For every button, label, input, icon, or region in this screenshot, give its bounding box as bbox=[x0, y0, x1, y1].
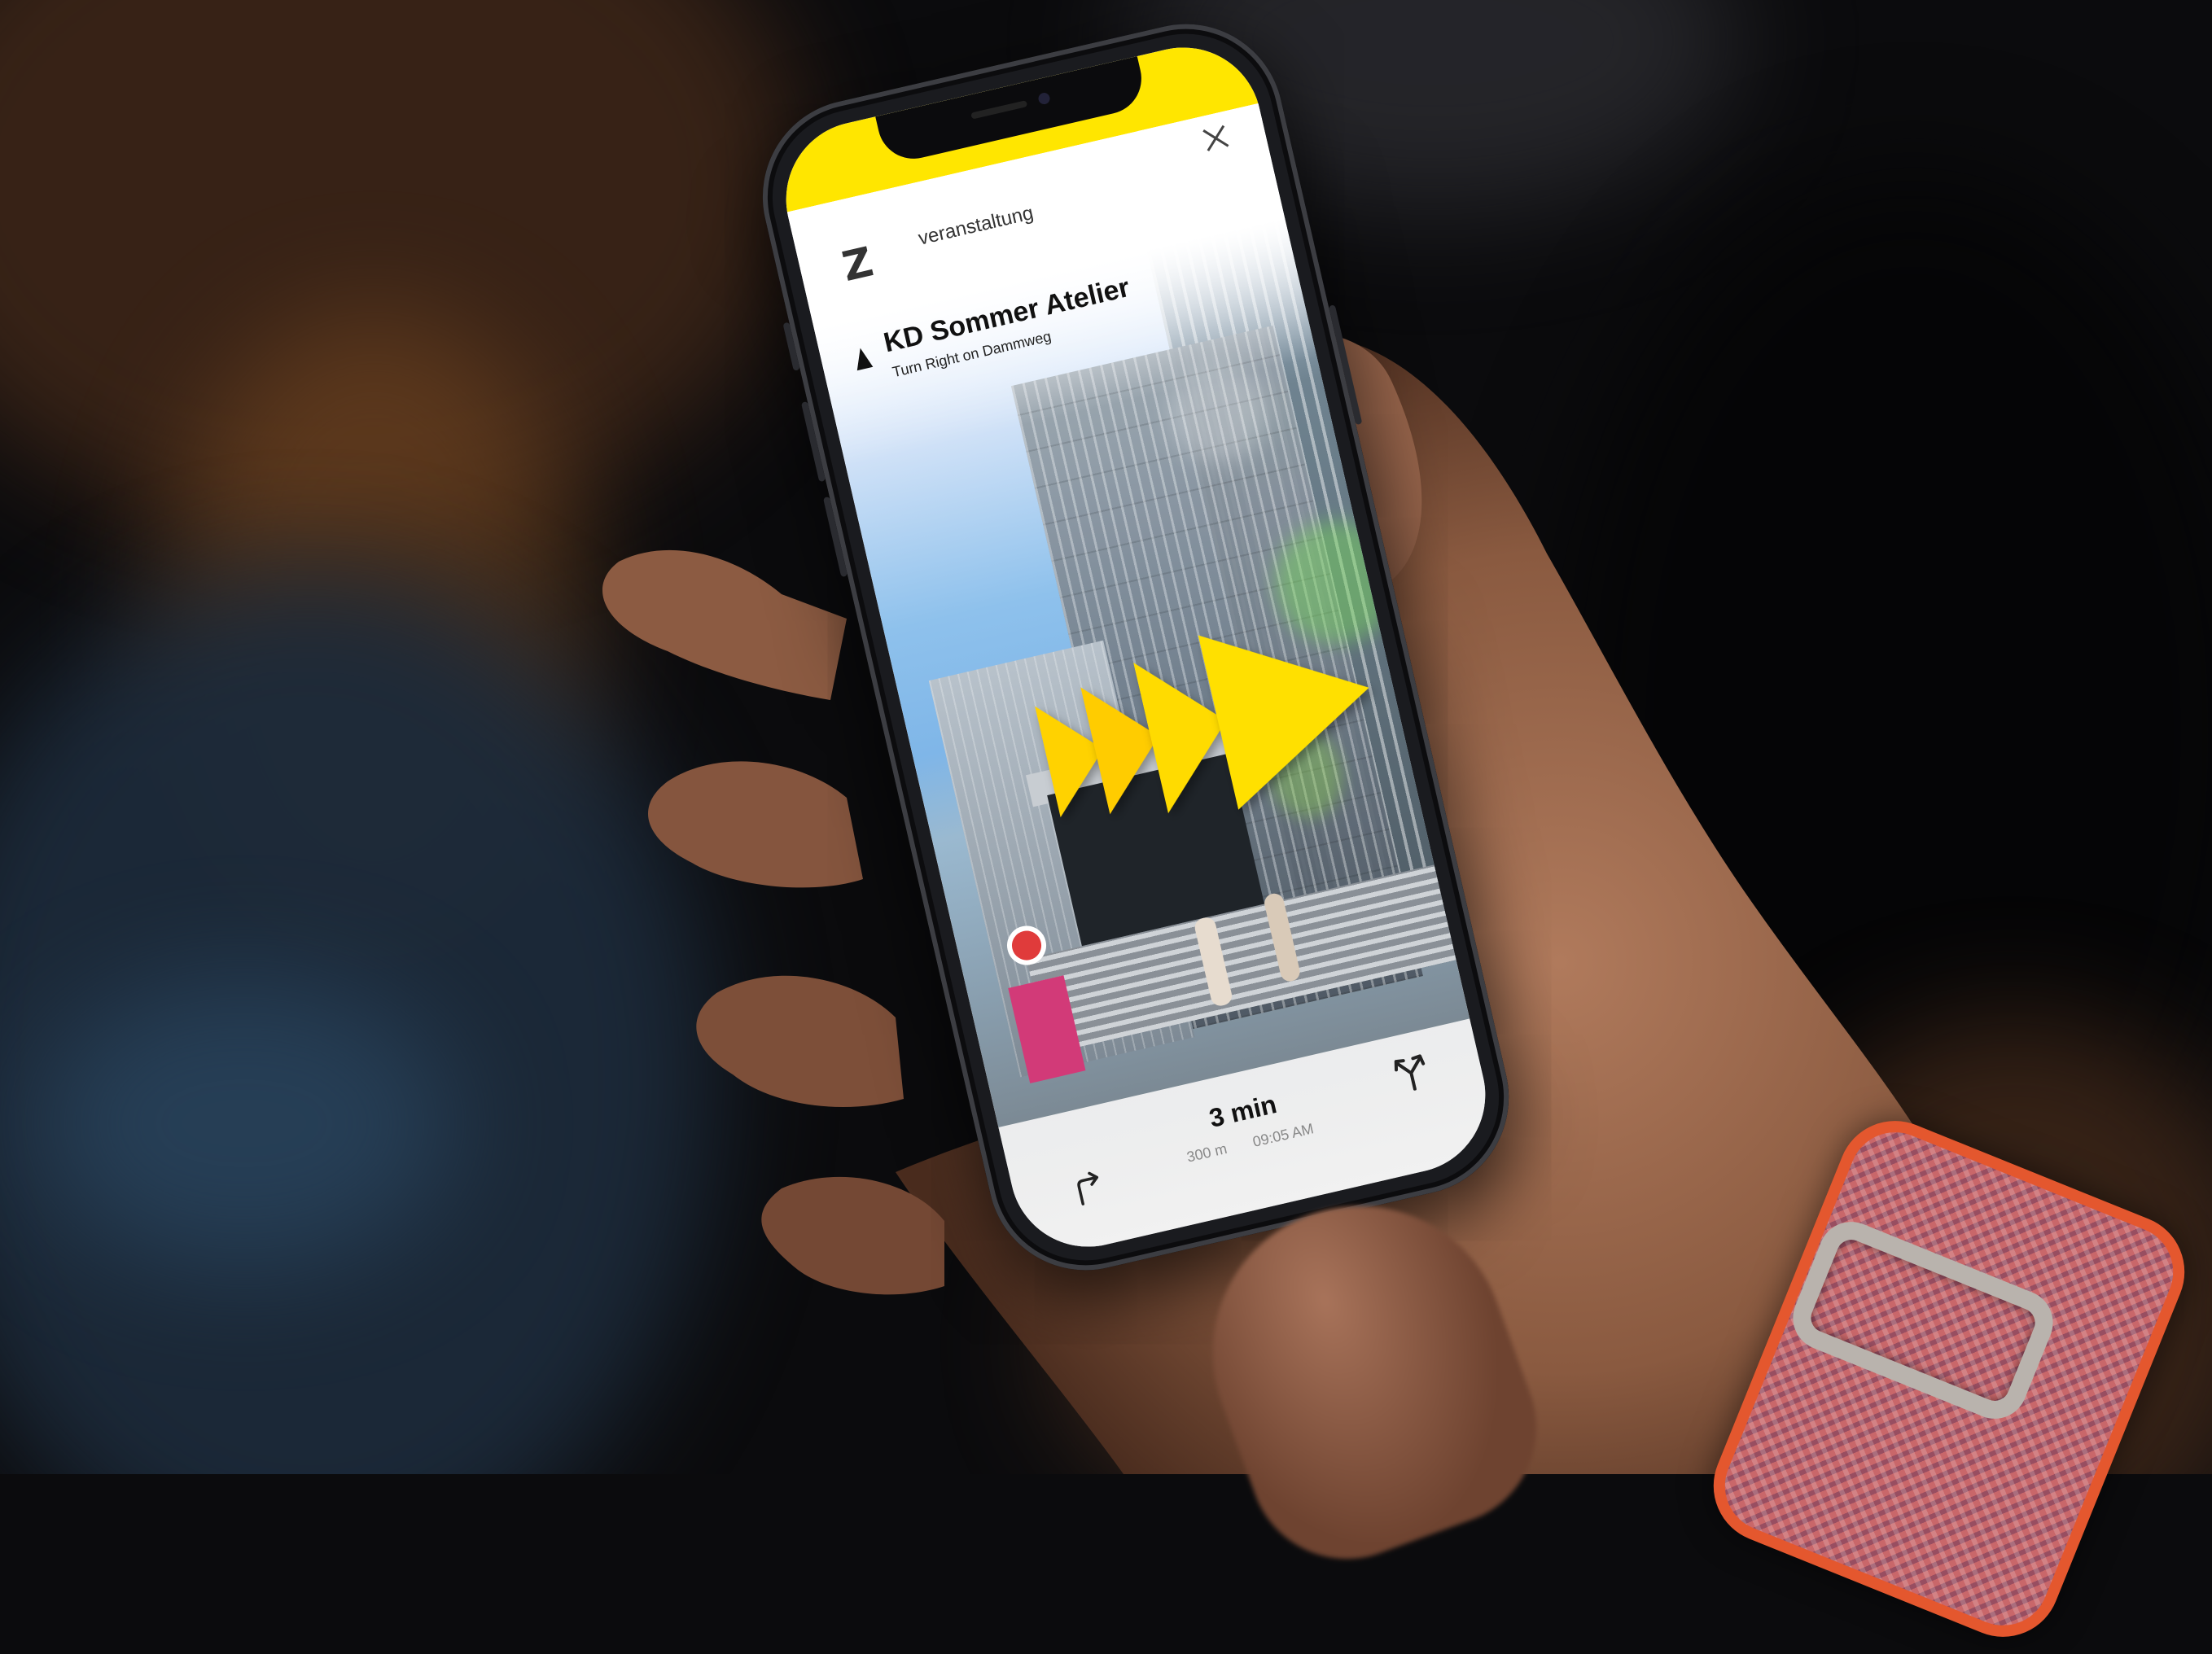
arrival-time: 09:05 AM bbox=[1251, 1120, 1316, 1150]
route-fork-icon[interactable] bbox=[1389, 1050, 1434, 1095]
category-label: veranstaltung bbox=[916, 202, 1036, 250]
app-logo[interactable]: Z bbox=[836, 238, 879, 291]
close-icon[interactable] bbox=[1197, 119, 1236, 158]
trip-distance: 300 m bbox=[1185, 1140, 1229, 1166]
